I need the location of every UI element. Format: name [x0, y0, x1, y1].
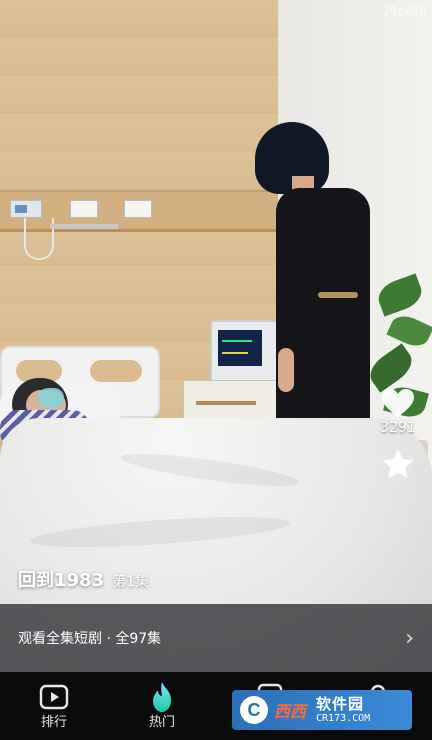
drama-title: 回到1983 [18, 570, 105, 591]
tab-hot[interactable]: 热门 [108, 672, 216, 740]
patient-monitor [210, 320, 278, 384]
star-icon[interactable] [381, 448, 415, 480]
site-logo-mark: C [240, 696, 268, 724]
watch-full-series-text: 观看全集短剧 · 全97集 [18, 631, 162, 647]
wall-pipe [50, 224, 118, 229]
play-square-icon [39, 682, 69, 712]
watch-full-series-bar[interactable]: 观看全集短剧 · 全97集 › [0, 604, 432, 672]
woman-belt [318, 292, 358, 298]
chevron-right-icon: › [405, 625, 414, 651]
site-logo-brand: 西西 [274, 702, 307, 721]
site-logo-text: 软件园 CR173.COM [316, 694, 371, 724]
wall-switch [70, 200, 98, 218]
woman-arm [278, 348, 294, 392]
drama-title-line[interactable]: 回到1983 第1集 [18, 566, 149, 592]
episode-label: 第1集 [112, 574, 150, 590]
oxygen-mask [38, 388, 64, 408]
video-watermark: 10c086 [382, 4, 426, 18]
flame-icon [149, 681, 175, 712]
tab-label: 热门 [148, 714, 175, 730]
site-logo-sub: CR173.COM [316, 712, 371, 724]
heart-icon[interactable] [381, 388, 415, 418]
tab-label: 排行 [40, 714, 67, 730]
tab-ranking[interactable]: 排行 [0, 672, 108, 740]
medical-outlet [10, 200, 42, 218]
site-logo-watermark: C 西西 软件园 CR173.COM [232, 690, 412, 730]
site-logo-main: 软件园 [316, 694, 365, 713]
action-column: 3291 [378, 388, 418, 480]
like-count: 3291 [380, 420, 416, 436]
wall-socket [124, 200, 152, 218]
